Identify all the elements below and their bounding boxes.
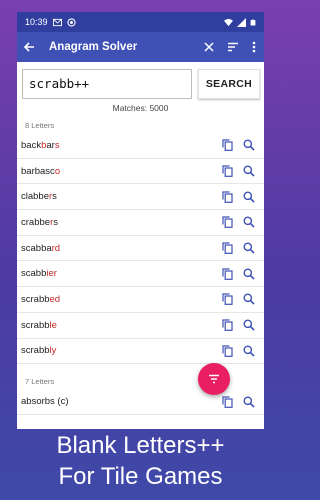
copy-icon[interactable] bbox=[222, 395, 233, 408]
promo-caption: Blank Letters++ For Tile Games bbox=[0, 430, 281, 492]
list-item[interactable]: barbasco bbox=[17, 159, 264, 185]
copy-icon[interactable] bbox=[222, 139, 233, 152]
app-bar: Anagram Solver bbox=[17, 32, 264, 62]
signal-icon bbox=[237, 17, 246, 27]
copy-icon[interactable] bbox=[222, 242, 233, 254]
list-item[interactable]: scabbier bbox=[17, 261, 264, 288]
word-text: absorbs (c) bbox=[21, 396, 222, 407]
word-highlight: s bbox=[54, 139, 60, 151]
word-part: crabbe bbox=[21, 216, 51, 228]
word-text: scrabbed bbox=[21, 294, 222, 305]
copy-icon[interactable] bbox=[222, 268, 233, 280]
word-part: absorbs (c) bbox=[21, 396, 69, 408]
word-part: back bbox=[21, 139, 42, 151]
caption-line-2: For Tile Games bbox=[58, 463, 223, 490]
matches-count: Matches: 5000 bbox=[112, 103, 169, 113]
sort-icon[interactable] bbox=[227, 42, 239, 52]
search-icon[interactable] bbox=[243, 345, 255, 357]
back-arrow-icon[interactable] bbox=[23, 41, 35, 53]
copy-icon[interactable] bbox=[222, 165, 233, 177]
word-part: s bbox=[52, 191, 57, 203]
list-item[interactable]: scabbard bbox=[17, 236, 264, 262]
copy-icon[interactable] bbox=[222, 216, 233, 229]
copy-icon[interactable] bbox=[222, 293, 233, 306]
word-highlight: ly bbox=[49, 345, 57, 357]
status-time: 10:39 bbox=[25, 17, 48, 27]
word-text: barbasco bbox=[21, 166, 222, 177]
word-text: scabbier bbox=[21, 268, 222, 279]
search-button[interactable]: SEARCH bbox=[197, 68, 260, 99]
notification-icon bbox=[66, 17, 76, 27]
word-text: clabbers bbox=[21, 191, 222, 202]
search-icon[interactable] bbox=[243, 293, 255, 306]
word-part: scrabb bbox=[21, 345, 50, 357]
close-icon[interactable] bbox=[204, 42, 214, 52]
word-part: ar bbox=[46, 139, 55, 151]
search-icon[interactable] bbox=[243, 319, 255, 331]
word-highlight: o bbox=[54, 165, 61, 177]
word-part: scrabb bbox=[21, 319, 50, 331]
phone-screen: 10:39 Anagram Solver scrabb++ SEARCH Mat… bbox=[17, 12, 264, 429]
word-highlight: ed bbox=[49, 293, 61, 305]
battery-icon bbox=[250, 19, 256, 25]
search-icon[interactable] bbox=[243, 396, 255, 408]
group-label: 8 Letters bbox=[25, 121, 55, 130]
word-part: clabbe bbox=[21, 191, 49, 203]
copy-icon[interactable] bbox=[222, 319, 233, 332]
word-text: crabbers bbox=[21, 217, 222, 228]
word-text: backbars bbox=[21, 140, 222, 151]
search-input[interactable]: scrabb++ bbox=[22, 68, 192, 99]
app-title: Anagram Solver bbox=[49, 41, 138, 53]
filter-fab[interactable] bbox=[198, 363, 230, 395]
search-icon[interactable] bbox=[243, 165, 255, 177]
wifi-icon bbox=[224, 18, 233, 26]
search-icon[interactable] bbox=[243, 216, 255, 228]
word-highlight: rd bbox=[51, 242, 61, 254]
word-highlight: le bbox=[49, 319, 57, 331]
list-item[interactable]: backbars bbox=[17, 133, 264, 159]
list-item[interactable]: scrabble bbox=[17, 313, 264, 339]
list-item[interactable]: crabbers bbox=[17, 210, 264, 236]
word-text: scabbard bbox=[21, 243, 222, 254]
list-item[interactable]: scrabbed bbox=[17, 287, 264, 313]
word-part: scabb bbox=[21, 268, 47, 280]
list-item[interactable]: scrabbly bbox=[17, 339, 264, 365]
word-text: scrabble bbox=[21, 320, 222, 331]
more-vert-icon[interactable] bbox=[252, 41, 256, 53]
search-icon[interactable] bbox=[243, 268, 255, 280]
search-row: scrabb++ SEARCH bbox=[17, 62, 264, 100]
gmail-icon bbox=[52, 18, 62, 26]
copy-icon[interactable] bbox=[222, 345, 233, 357]
search-icon[interactable] bbox=[243, 139, 255, 151]
list-item[interactable]: absorbs (c) bbox=[17, 389, 264, 415]
search-icon[interactable] bbox=[243, 191, 255, 203]
word-highlight: ier bbox=[46, 268, 57, 280]
list-item[interactable]: clabbers bbox=[17, 184, 264, 211]
filter-icon bbox=[208, 374, 220, 384]
search-icon[interactable] bbox=[243, 242, 255, 254]
copy-icon[interactable] bbox=[222, 191, 233, 203]
word-part: barbasc bbox=[21, 165, 55, 177]
caption-line-1: Blank Letters++ bbox=[56, 432, 225, 459]
word-text: scrabbly bbox=[21, 345, 222, 356]
word-part: scrabb bbox=[21, 293, 50, 305]
word-part: s bbox=[53, 216, 58, 228]
word-part: scabba bbox=[21, 242, 52, 254]
status-bar: 10:39 bbox=[17, 12, 264, 32]
